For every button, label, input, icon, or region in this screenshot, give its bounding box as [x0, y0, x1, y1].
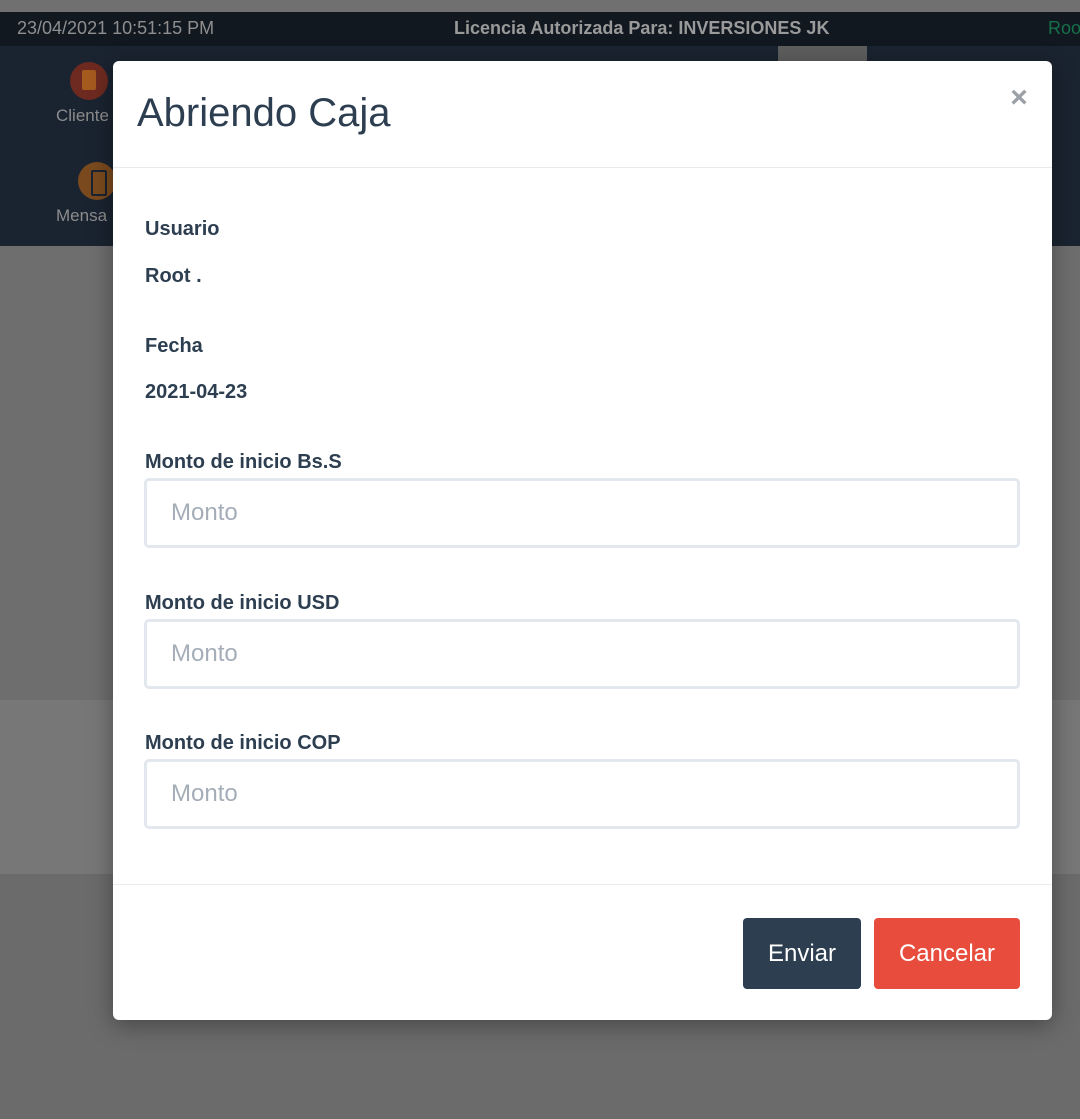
- amount-bss-label: Monto de inicio Bs.S: [145, 451, 342, 473]
- date-label: Fecha: [145, 335, 203, 357]
- open-register-modal: Abriendo Caja × Usuario Root . Fecha 202…: [113, 61, 1052, 1020]
- launcher-label: Mensa: [56, 206, 108, 225]
- submit-button[interactable]: Enviar: [743, 918, 861, 989]
- amount-cop-label: Monto de inicio COP: [145, 732, 341, 754]
- mobile-phone-icon: [78, 162, 116, 200]
- cancel-button[interactable]: Cancelar: [874, 918, 1020, 989]
- modal-header: Abriendo Caja ×: [113, 61, 1052, 168]
- user-label: Usuario: [145, 218, 220, 240]
- current-user-label: Roo: [1048, 18, 1080, 38]
- status-datetime: 23/04/2021 10:51:15 PM: [17, 18, 215, 38]
- amount-cop-input[interactable]: [144, 759, 1020, 829]
- user-value: Root .: [145, 265, 202, 287]
- close-icon[interactable]: ×: [1006, 83, 1032, 113]
- active-tab-indicator: [778, 46, 867, 62]
- license-text: Licencia Autorizada Para: INVERSIONES JK: [454, 18, 830, 38]
- date-value: 2021-04-23: [145, 381, 248, 403]
- address-book-icon: [70, 62, 108, 100]
- top-strip: [0, 0, 1080, 12]
- modal-footer-divider: [113, 884, 1052, 885]
- amount-usd-input[interactable]: [144, 619, 1020, 689]
- status-bar: 23/04/2021 10:51:15 PM Licencia Autoriza…: [0, 12, 1080, 46]
- amount-bss-input[interactable]: [144, 478, 1020, 548]
- modal-title: Abriendo Caja: [137, 91, 391, 135]
- amount-usd-label: Monto de inicio USD: [145, 592, 340, 614]
- launcher-label: Cliente: [56, 106, 109, 125]
